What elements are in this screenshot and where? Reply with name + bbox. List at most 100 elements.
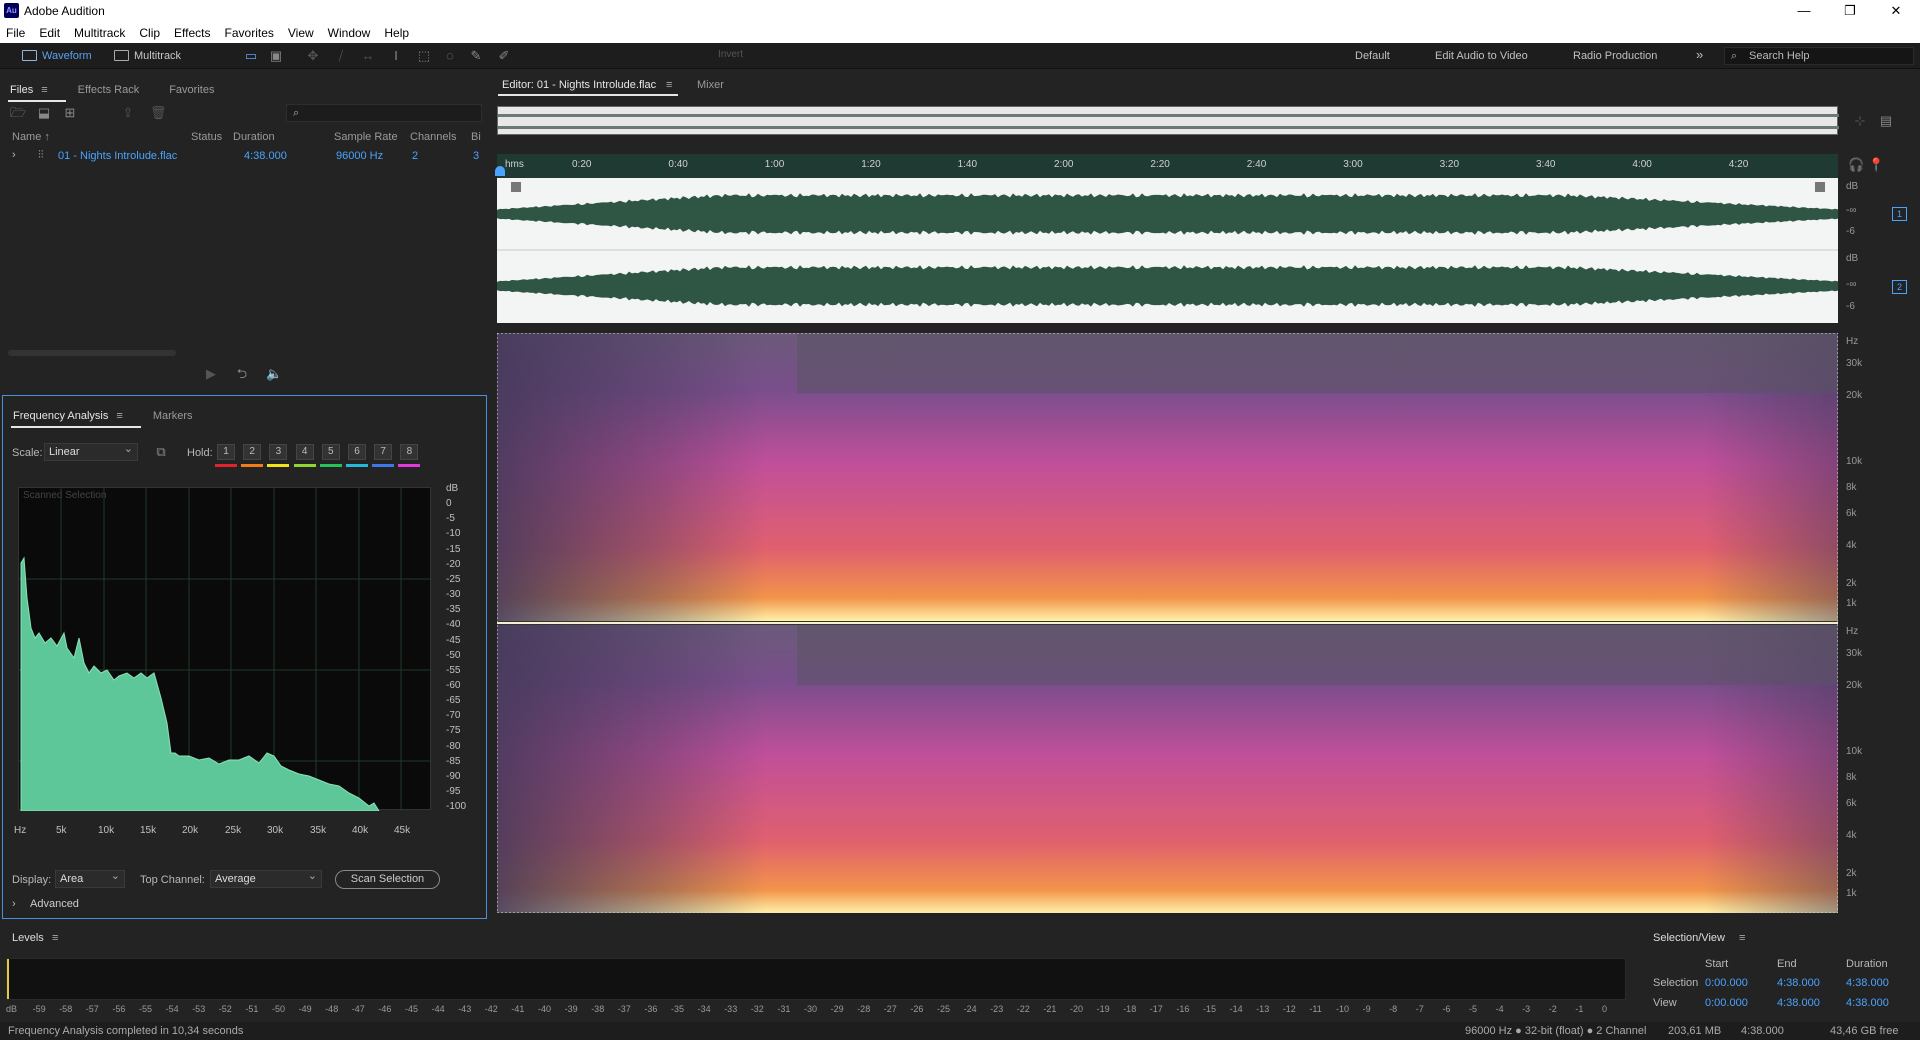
hold-4-button[interactable]: 4 (295, 444, 314, 460)
invert-button[interactable]: Invert (704, 49, 768, 63)
menu-help[interactable]: Help (384, 26, 409, 40)
minimize-icon[interactable]: — (1781, 0, 1827, 22)
advanced-chevron-icon[interactable]: › (12, 898, 16, 910)
hold-4-color (293, 464, 316, 467)
waveform-display-icon[interactable]: ▭ (243, 48, 259, 64)
tab-markers[interactable]: Markers (153, 410, 193, 422)
tab-frequency-analysis[interactable]: Frequency Analysis ≡ (11, 410, 141, 428)
hold-5-button[interactable]: 5 (321, 444, 340, 460)
files-search-input[interactable]: ⌕ (286, 104, 482, 122)
top-channel-select[interactable]: Average (210, 868, 322, 888)
hold-3-button[interactable]: 3 (269, 444, 288, 460)
panel-menu-icon[interactable]: ≡ (41, 84, 47, 96)
hold-2-button[interactable]: 2 (243, 444, 262, 460)
menu-view[interactable]: View (288, 26, 314, 40)
menu-clip[interactable]: Clip (139, 26, 160, 40)
tab-effects-rack[interactable]: Effects Rack (78, 84, 140, 96)
column-duration[interactable]: Duration (233, 131, 275, 143)
hold-6-button[interactable]: 6 (348, 444, 366, 460)
column-name[interactable]: Name ↑ (12, 131, 50, 143)
move-tool-icon[interactable]: ✥ (305, 48, 321, 64)
delete-icon[interactable]: 🗑 (150, 105, 167, 121)
tab-mixer[interactable]: Mixer (697, 79, 724, 91)
multitrack-view-button[interactable]: Multitrack (112, 47, 181, 65)
restore-icon[interactable]: ❐ (1827, 0, 1873, 22)
insert-into-multitrack-icon[interactable]: ⇪ (120, 105, 136, 121)
hold-8-button[interactable]: 8 (400, 444, 419, 460)
panel-menu-icon[interactable]: ≡ (1739, 932, 1745, 944)
copy-icon[interactable]: ⧉ (153, 444, 169, 460)
workspace-default[interactable]: Default (1355, 50, 1390, 62)
hz-tick-label: Hz (14, 825, 27, 836)
channel-2-toggle[interactable]: 2 (1892, 280, 1907, 294)
column-sample-rate[interactable]: Sample Rate (334, 131, 398, 143)
more-workspaces-icon[interactable]: » (1696, 47, 1703, 62)
timeline-ruler[interactable]: hms 0:20 0:40 1:00 1:20 1:40 2:00 2:20 2:40 3:00 3… (495, 154, 1838, 178)
marker-pin-icon[interactable]: 📍 (1868, 157, 1884, 173)
spot-healing-icon[interactable]: ✐ (496, 48, 512, 64)
loop-icon[interactable]: ⮌ (234, 366, 250, 382)
display-select[interactable]: Area (55, 868, 125, 888)
menu-effects[interactable]: Effects (174, 26, 210, 40)
panel-menu-icon[interactable]: ≡ (116, 410, 122, 422)
level-scale-label: -7 (1415, 1004, 1424, 1014)
headphone-icon[interactable]: 🎧 (1848, 157, 1864, 173)
play-icon[interactable]: ▶ (203, 366, 219, 382)
hold-7-button[interactable]: 7 (374, 444, 393, 460)
view-end[interactable]: 4:38.000 (1777, 997, 1820, 1009)
fade-out-handle-icon[interactable] (1815, 182, 1825, 192)
panel-menu-icon[interactable]: ≡ (52, 932, 58, 944)
amplitude-ruler-label: -6 (1846, 226, 1855, 237)
menu-file[interactable]: File (6, 26, 25, 40)
import-file-icon[interactable]: ⬓ (36, 105, 52, 121)
tab-files[interactable]: Files ≡ (8, 84, 66, 102)
playhead-icon[interactable] (495, 166, 505, 176)
view-duration[interactable]: 4:38.000 (1846, 997, 1889, 1009)
table-row[interactable]: › ⫶⫶ 01 - Nights Introlude.flac 4:38.000… (0, 148, 487, 164)
column-bits[interactable]: Bi (471, 131, 481, 143)
workspace-edit-audio-to-video[interactable]: Edit Audio to Video (1435, 50, 1528, 62)
view-options-icon[interactable]: ▤ (1878, 113, 1894, 129)
advanced-toggle[interactable]: Advanced (30, 898, 79, 910)
hold-1-button[interactable]: 1 (217, 444, 235, 460)
files-scrollbar[interactable] (8, 350, 176, 356)
scale-select[interactable]: Linear (44, 441, 138, 461)
waveform-view-button[interactable]: Waveform (20, 47, 92, 65)
menu-favorites[interactable]: Favorites (225, 26, 274, 40)
close-icon[interactable]: ✕ (1873, 0, 1919, 22)
fade-in-handle-icon[interactable] (511, 182, 521, 192)
tab-favorites[interactable]: Favorites (169, 84, 214, 96)
time-selection-tool-icon[interactable]: I (388, 48, 404, 64)
menu-multitrack[interactable]: Multitrack (74, 26, 125, 40)
lasso-tool-icon[interactable]: ◌ (442, 48, 458, 64)
search-help-input[interactable]: ⌕ Search Help (1724, 47, 1914, 65)
overview-waveform[interactable] (497, 106, 1839, 135)
spectral-display-icon[interactable]: ▣ (268, 48, 284, 64)
level-scale-label: -36 (644, 1004, 658, 1014)
razor-tool-icon[interactable]: ⧸ (333, 48, 349, 64)
zoom-fit-icon[interactable]: ⊹ (1852, 113, 1868, 129)
spectral-display[interactable] (496, 332, 1839, 914)
open-file-icon[interactable]: 🗁 (10, 105, 26, 121)
autoplay-icon[interactable]: 🔈 (266, 366, 282, 382)
channel-1-toggle[interactable]: 1 (1892, 207, 1907, 221)
column-status[interactable]: Status (191, 131, 222, 143)
marquee-tool-icon[interactable]: ⬚ (416, 48, 432, 64)
tab-editor[interactable]: Editor: 01 - Nights Introlude.flac (502, 79, 656, 91)
panel-menu-icon[interactable]: ≡ (666, 79, 672, 91)
menu-window[interactable]: Window (328, 26, 371, 40)
scan-selection-button[interactable]: Scan Selection (335, 870, 440, 889)
selection-end[interactable]: 4:38.000 (1777, 977, 1820, 989)
column-channels[interactable]: Channels (410, 131, 456, 143)
selection-start[interactable]: 0:00.000 (1705, 977, 1748, 989)
menu-edit[interactable]: Edit (39, 26, 60, 40)
expand-icon[interactable]: › (12, 149, 16, 161)
selection-duration[interactable]: 4:38.000 (1846, 977, 1889, 989)
view-start[interactable]: 0:00.000 (1705, 997, 1748, 1009)
waveform-display[interactable] (497, 178, 1838, 323)
slip-tool-icon[interactable]: ↔ (360, 48, 376, 64)
new-file-icon[interactable]: ⊞ (62, 105, 78, 121)
search-icon: ⌕ (1731, 50, 1738, 62)
workspace-radio-production[interactable]: Radio Production (1573, 50, 1657, 62)
brush-tool-icon[interactable]: ✎ (468, 48, 484, 64)
